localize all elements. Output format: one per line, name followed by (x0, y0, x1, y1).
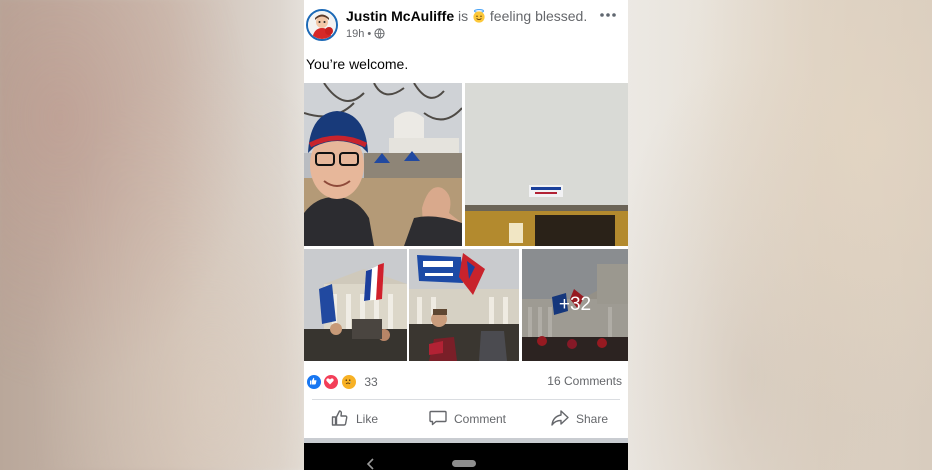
post-actions: Like Comment Share (304, 401, 628, 437)
love-reaction-icon (323, 373, 340, 390)
reaction-count: 33 (364, 374, 378, 389)
phone-screen: Justin McAuliffe is feeling blessed. 19h… (304, 0, 628, 470)
post-time[interactable]: 19h (346, 28, 364, 40)
photo-wall-sticker[interactable] (465, 83, 628, 246)
thumbs-up-icon (330, 408, 356, 431)
comment-button[interactable]: Comment (428, 409, 506, 429)
comment-bubble-icon (428, 408, 454, 431)
home-pill[interactable] (452, 460, 476, 467)
blurred-background-right (628, 0, 932, 470)
author-line: Justin McAuliffe is feeling blessed. (346, 8, 587, 24)
avatar-image (308, 11, 336, 39)
divider (312, 399, 620, 400)
more-options-icon[interactable] (598, 6, 618, 24)
share-button[interactable]: Share (550, 409, 608, 429)
post-header: Justin McAuliffe is feeling blessed. 19h… (304, 0, 628, 50)
blurred-background-left (0, 0, 304, 470)
sad-reaction-icon (340, 373, 357, 390)
photo-selfie-capitol[interactable] (304, 83, 462, 246)
share-arrow-icon (550, 408, 576, 431)
like-button[interactable]: Like (330, 409, 378, 429)
android-navigation-bar (304, 443, 628, 470)
status-prefix: is (458, 8, 469, 24)
avatar[interactable] (306, 9, 338, 41)
post-meta: 19h • (346, 28, 385, 40)
reactions-summary[interactable]: 33 (306, 373, 378, 390)
photo-crowd-trump-flags[interactable] (409, 249, 519, 361)
meta-separator: • (367, 28, 372, 40)
post-stats: 33 16 Comments (304, 370, 628, 392)
photo-capitol-more[interactable]: +32 (522, 249, 628, 361)
photo-crowd-flags[interactable] (304, 249, 407, 361)
post-text: You’re welcome. (306, 56, 409, 72)
comment-label: Comment (454, 412, 507, 426)
like-reaction-icon (306, 373, 322, 390)
like-label: Like (356, 412, 379, 426)
share-label: Share (576, 412, 609, 426)
author-name[interactable]: Justin McAuliffe (346, 8, 454, 24)
back-chevron-icon[interactable] (366, 457, 376, 470)
smiling-face-with-halo-icon (472, 9, 486, 23)
feeling-text: feeling blessed. (489, 8, 588, 24)
globe-icon (374, 28, 385, 39)
more-photos-count: +32 (522, 249, 628, 361)
comments-count[interactable]: 16 Comments (547, 374, 622, 388)
